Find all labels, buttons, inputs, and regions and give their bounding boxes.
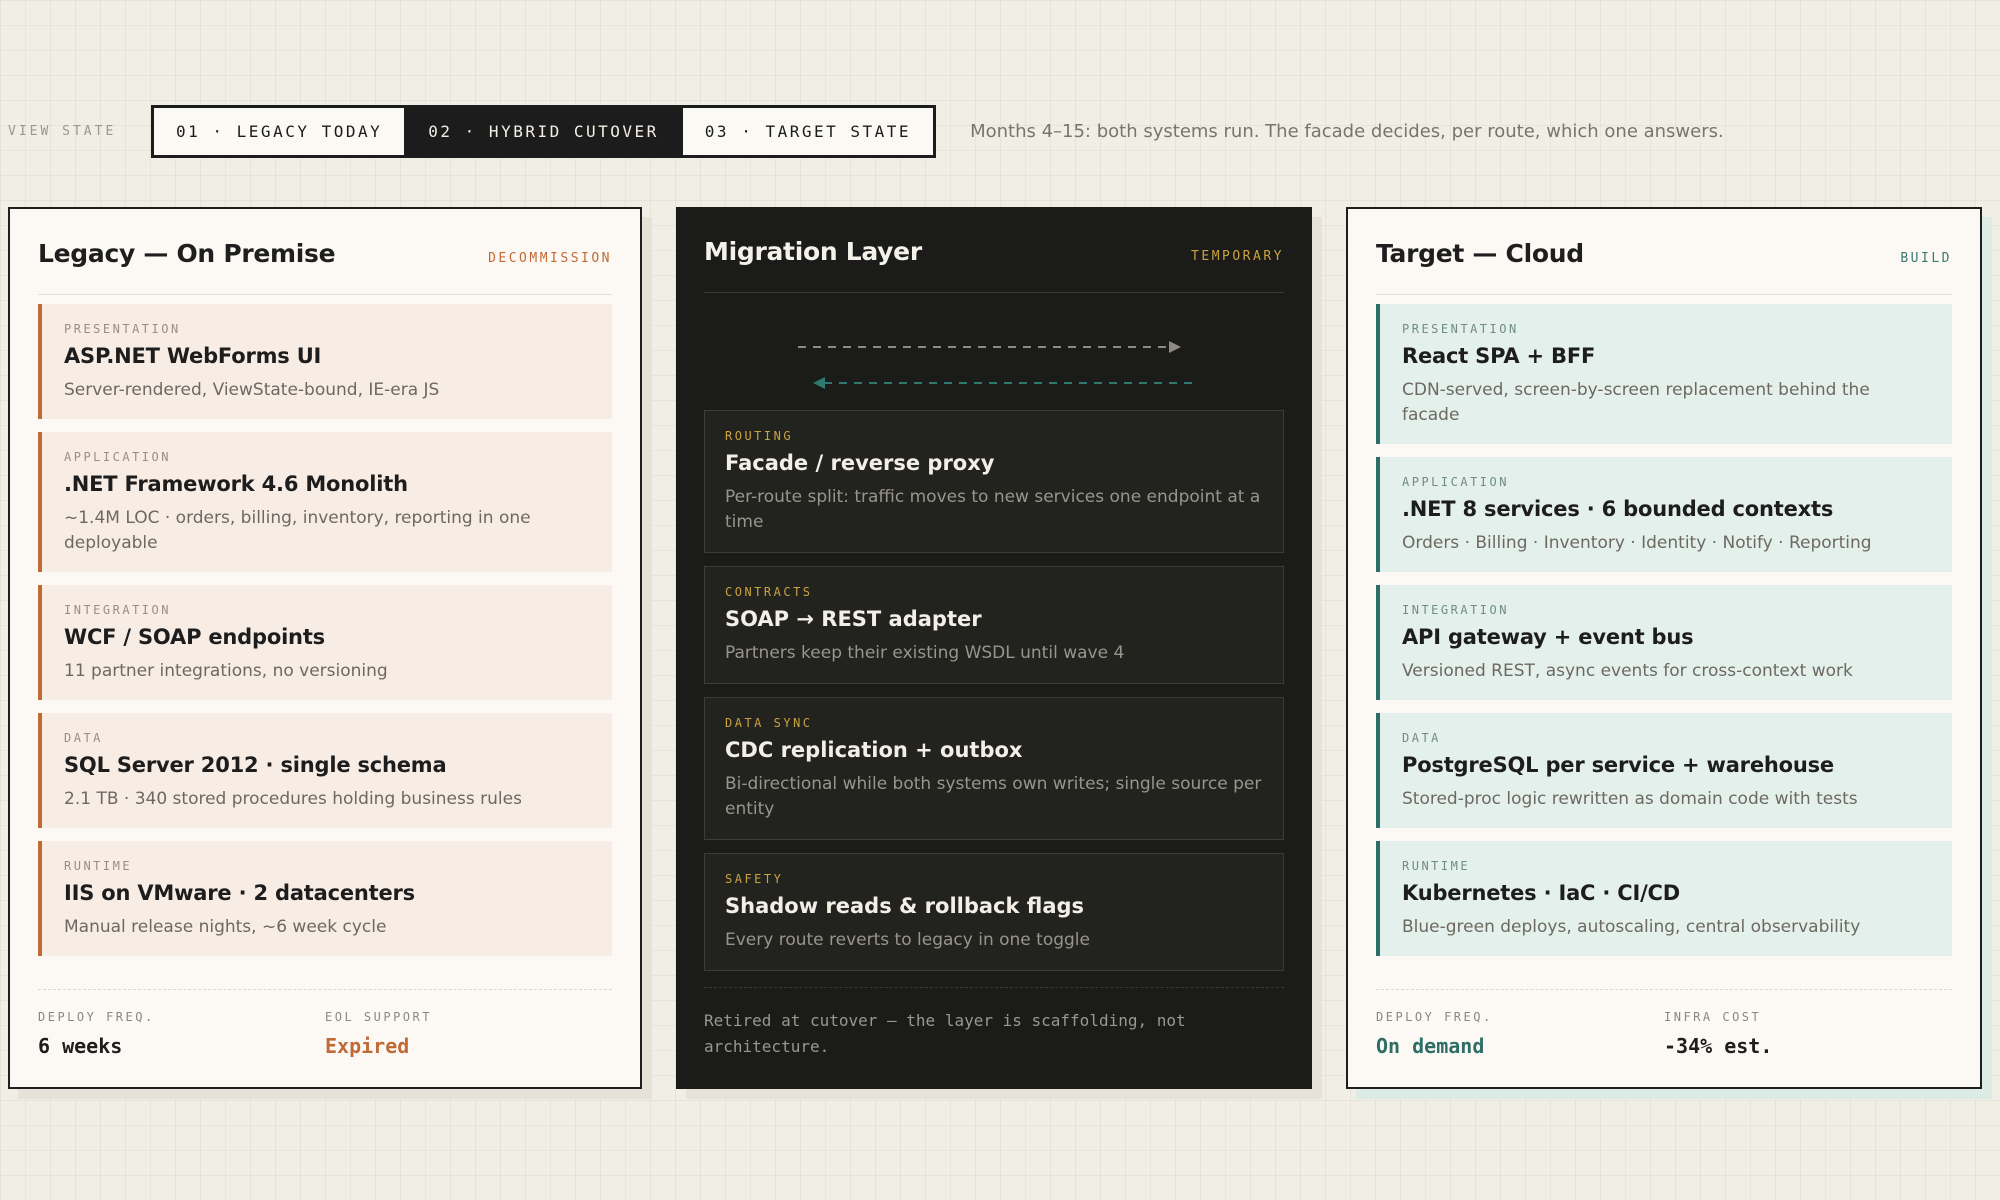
stat-label: INFRA COST	[1664, 1010, 1762, 1024]
layer-desc: 11 partner integrations, no versioning	[64, 661, 388, 681]
view-tab-hybrid-cutover[interactable]: 02 · HYBRID CUTOVER	[406, 108, 683, 155]
stat-value: 6 weeks	[38, 1034, 123, 1058]
migration-cards: ROUTING Facade / reverse proxy Per-route…	[704, 410, 1284, 984]
legacy-layer-data[interactable]: DATA SQL Server 2012 · single schema 2.1…	[38, 713, 612, 828]
migration-tag: TEMPORARY	[1191, 249, 1284, 264]
legacy-stats: DEPLOY FREQ. 6 weeks EOL SUPPORT Expired	[38, 989, 612, 1058]
migration-card-contracts[interactable]: CONTRACTS SOAP → REST adapter Partners k…	[704, 566, 1284, 684]
card-title: Facade / reverse proxy	[725, 451, 995, 475]
legacy-stat-eol-support: EOL SUPPORT Expired	[325, 1010, 612, 1058]
target-tag: BUILD	[1900, 251, 1952, 266]
layer-kicker: DATA	[1402, 731, 1441, 745]
target-header: Target — Cloud BUILD	[1376, 239, 1952, 295]
target-layer-presentation[interactable]: PRESENTATION React SPA + BFF CDN-served,…	[1376, 304, 1952, 444]
stat-value: -34% est.	[1664, 1034, 1773, 1058]
traffic-flow-arrows	[798, 341, 1196, 389]
layer-title: API gateway + event bus	[1402, 625, 1694, 649]
layer-kicker: APPLICATION	[1402, 475, 1509, 489]
layer-desc: Manual release nights, ~6 week cycle	[64, 917, 387, 937]
migration-card-safety[interactable]: SAFETY Shadow reads & rollback flags Eve…	[704, 853, 1284, 971]
migration-column: Migration Layer TEMPORARY ROUTING Facade…	[676, 207, 1312, 1089]
view-state-segmented-control: 01 · LEGACY TODAY 02 · HYBRID CUTOVER 03…	[151, 105, 937, 158]
migration-card-data-sync[interactable]: DATA SYNC CDC replication + outbox Bi-di…	[704, 697, 1284, 840]
stat-value: On demand	[1376, 1034, 1485, 1058]
stat-value: Expired	[325, 1034, 410, 1058]
migration-note: Retired at cutover — the layer is scaffo…	[704, 1011, 1186, 1056]
card-kicker: SAFETY	[725, 872, 784, 886]
card-kicker: DATA SYNC	[725, 716, 813, 730]
card-desc: Per-route split: traffic moves to new se…	[725, 487, 1261, 532]
layer-kicker: PRESENTATION	[64, 322, 181, 336]
legacy-column: Legacy — On Premise DECOMMISSION PRESENT…	[8, 207, 642, 1089]
legacy-tag: DECOMMISSION	[488, 251, 612, 266]
legacy-header: Legacy — On Premise DECOMMISSION	[38, 239, 612, 295]
card-kicker: ROUTING	[725, 429, 794, 443]
stat-label: DEPLOY FREQ.	[1376, 1010, 1493, 1024]
view-state-description: Months 4–15: both systems run. The facad…	[970, 121, 1724, 142]
card-title: Shadow reads & rollback flags	[725, 894, 1085, 918]
card-title: CDC replication + outbox	[725, 738, 1023, 762]
card-desc: Partners keep their existing WSDL until …	[725, 643, 1125, 663]
view-state-label: VIEW STATE	[8, 124, 117, 139]
layer-desc: Server-rendered, ViewState-bound, IE-era…	[64, 380, 440, 400]
layer-title: IIS on VMware · 2 datacenters	[64, 881, 415, 905]
layer-title: .NET 8 services · 6 bounded contexts	[1402, 497, 1834, 521]
layer-title: SQL Server 2012 · single schema	[64, 753, 447, 777]
layer-kicker: RUNTIME	[1402, 859, 1471, 873]
legacy-layer-application[interactable]: APPLICATION .NET Framework 4.6 Monolith …	[38, 432, 612, 572]
target-layer-integration[interactable]: INTEGRATION API gateway + event bus Vers…	[1376, 585, 1952, 700]
stat-label: DEPLOY FREQ.	[38, 1010, 155, 1024]
target-layer-data[interactable]: DATA PostgreSQL per service + warehouse …	[1376, 713, 1952, 828]
migration-header: Migration Layer TEMPORARY	[704, 237, 1284, 293]
back-arrowhead	[813, 377, 825, 389]
target-stats: DEPLOY FREQ. On demand INFRA COST -34% e…	[1376, 989, 1952, 1058]
layer-title: .NET Framework 4.6 Monolith	[64, 472, 408, 496]
target-layers: PRESENTATION React SPA + BFF CDN-served,…	[1376, 304, 1952, 969]
layer-desc: 2.1 TB · 340 stored procedures holding b…	[64, 789, 522, 809]
view-tab-legacy-today[interactable]: 01 · LEGACY TODAY	[154, 108, 407, 155]
stat-label: EOL SUPPORT	[325, 1010, 432, 1024]
target-column: Target — Cloud BUILD PRESENTATION React …	[1346, 207, 1982, 1089]
layer-desc: Blue-green deploys, autoscaling, central…	[1402, 917, 1861, 937]
migration-footer: Retired at cutover — the layer is scaffo…	[704, 987, 1284, 1060]
target-stat-infra-cost: INFRA COST -34% est.	[1664, 1010, 1952, 1058]
layer-desc: CDN-served, screen-by-screen replacement…	[1402, 380, 1870, 425]
layer-kicker: INTEGRATION	[1402, 603, 1509, 617]
layer-title: WCF / SOAP endpoints	[64, 625, 325, 649]
layer-kicker: PRESENTATION	[1402, 322, 1519, 336]
layer-kicker: DATA	[64, 731, 103, 745]
layer-kicker: APPLICATION	[64, 450, 171, 464]
layer-kicker: RUNTIME	[64, 859, 133, 873]
legacy-layer-integration[interactable]: INTEGRATION WCF / SOAP endpoints 11 part…	[38, 585, 612, 700]
legacy-layer-presentation[interactable]: PRESENTATION ASP.NET WebForms UI Server-…	[38, 304, 612, 419]
view-tab-target-state[interactable]: 03 · TARGET STATE	[682, 108, 934, 155]
forward-arrowhead	[1169, 341, 1181, 353]
card-title: SOAP → REST adapter	[725, 607, 982, 631]
legacy-stat-deploy-freq: DEPLOY FREQ. 6 weeks	[38, 1010, 325, 1058]
layer-title: React SPA + BFF	[1402, 344, 1596, 368]
layer-kicker: INTEGRATION	[64, 603, 171, 617]
view-state-bar: VIEW STATE 01 · LEGACY TODAY 02 · HYBRID…	[8, 105, 1988, 158]
layer-desc: ~1.4M LOC · orders, billing, inventory, …	[64, 508, 531, 553]
legacy-layer-runtime[interactable]: RUNTIME IIS on VMware · 2 datacenters Ma…	[38, 841, 612, 956]
card-kicker: CONTRACTS	[725, 585, 813, 599]
layer-title: ASP.NET WebForms UI	[64, 344, 322, 368]
layer-title: Kubernetes · IaC · CI/CD	[1402, 881, 1680, 905]
layer-title: PostgreSQL per service + warehouse	[1402, 753, 1834, 777]
layer-desc: Orders · Billing · Inventory · Identity …	[1402, 533, 1872, 553]
legacy-title: Legacy — On Premise	[38, 239, 336, 268]
card-desc: Every route reverts to legacy in one tog…	[725, 930, 1090, 950]
migration-card-routing[interactable]: ROUTING Facade / reverse proxy Per-route…	[704, 410, 1284, 553]
legacy-layers: PRESENTATION ASP.NET WebForms UI Server-…	[38, 304, 612, 969]
target-title: Target — Cloud	[1376, 239, 1584, 268]
migration-title: Migration Layer	[704, 237, 922, 266]
layer-desc: Stored-proc logic rewritten as domain co…	[1402, 789, 1858, 809]
target-layer-runtime[interactable]: RUNTIME Kubernetes · IaC · CI/CD Blue-gr…	[1376, 841, 1952, 956]
card-desc: Bi-directional while both systems own wr…	[725, 774, 1262, 819]
target-stat-deploy-freq: DEPLOY FREQ. On demand	[1376, 1010, 1664, 1058]
target-layer-application[interactable]: APPLICATION .NET 8 services · 6 bounded …	[1376, 457, 1952, 572]
layer-desc: Versioned REST, async events for cross-c…	[1402, 661, 1853, 681]
